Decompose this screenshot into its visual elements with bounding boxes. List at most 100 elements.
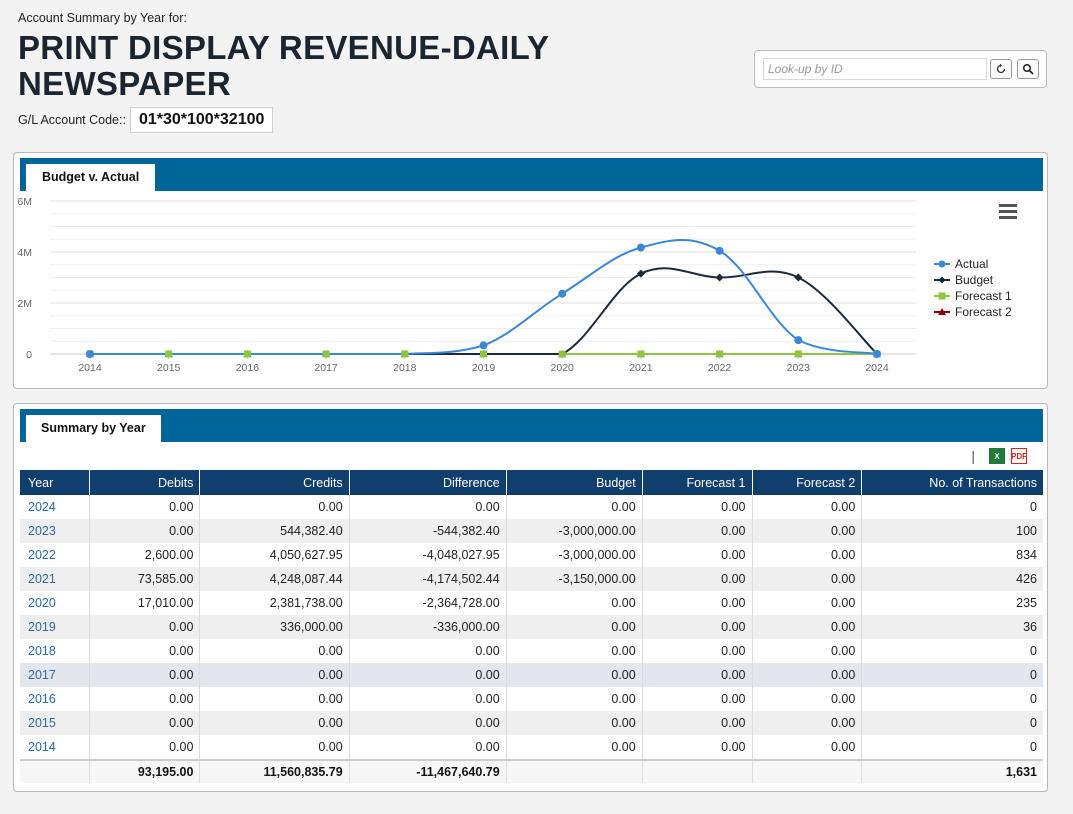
chart-legend: Actual Budget Forecast 1 Forecast 2 — [934, 256, 1012, 320]
column-header-credits[interactable]: Credits — [199, 470, 350, 495]
table-cell: 336,000.00 — [199, 615, 350, 639]
table-cell: 0.00 — [642, 495, 753, 519]
gl-account-code: 01*30*100*32100 — [129, 107, 274, 133]
table-cell: 0.00 — [89, 687, 201, 711]
table-cell: 0.00 — [349, 495, 507, 519]
x-tick-label: 2017 — [314, 362, 338, 374]
table-cell: 0 — [1030, 692, 1037, 706]
table-cell: 100 — [861, 519, 1043, 543]
table-cell: 0.00 — [199, 735, 350, 760]
x-tick-label: 2023 — [787, 362, 811, 374]
table-cell: 0.00 — [752, 591, 863, 615]
data-point-actual — [715, 246, 724, 255]
y-tick-label: 6M — [17, 196, 32, 208]
lookup-input[interactable] — [763, 58, 987, 80]
legend-item-budget[interactable]: Budget — [934, 272, 1012, 288]
year-link[interactable]: 2017 — [20, 663, 91, 687]
table-cell: 0.00 — [506, 687, 643, 711]
table-cell: -3,000,000.00 — [506, 519, 643, 543]
x-tick-label: 2021 — [629, 362, 653, 374]
year-link[interactable]: 2018 — [20, 639, 91, 663]
page-subtitle: Account Summary by Year for: — [18, 11, 187, 25]
data-point-forecast-1 — [794, 350, 802, 358]
table-cell: 0.00 — [506, 735, 643, 760]
data-point-forecast-1 — [558, 350, 566, 358]
legend-label: Forecast 2 — [955, 305, 1012, 319]
data-point-actual — [479, 341, 488, 350]
data-point-budget — [794, 273, 803, 282]
hamburger-menu-icon[interactable] — [999, 204, 1017, 222]
table-cell: 0.00 — [89, 735, 201, 760]
series-line-actual — [90, 239, 878, 355]
data-point-forecast-1 — [480, 350, 487, 358]
table-cell: 0.00 — [642, 615, 753, 639]
year-link[interactable]: 2016 — [20, 687, 91, 711]
table-cell: 0.00 — [349, 639, 507, 663]
column-header-debits[interactable]: Debits — [89, 470, 201, 495]
table-cell: 0.00 — [642, 687, 753, 711]
column-header-forecast-2[interactable]: Forecast 2 — [752, 470, 863, 495]
table-cell: 4,248,087.44 — [199, 567, 350, 591]
search-button[interactable] — [1017, 59, 1039, 79]
gl-account-label: G/L Account Code:: — [18, 113, 126, 127]
table-cell: 0.00 — [89, 711, 201, 735]
column-header-no-of-transactions[interactable]: No. of Transactions — [861, 470, 1043, 495]
table-cell: 0.00 — [89, 639, 201, 663]
search-icon — [1022, 63, 1034, 75]
year-link[interactable]: 2020 — [20, 591, 91, 615]
table-cell: 0.00 — [199, 495, 350, 519]
year-link[interactable]: 2014 — [20, 735, 91, 760]
pdf-icon[interactable]: PDF — [1011, 448, 1027, 464]
table-cell: 0.00 — [89, 519, 201, 543]
table-cell: -544,382.40 — [349, 519, 507, 543]
year-link[interactable]: 2015 — [20, 711, 91, 735]
year-link[interactable]: 2024 — [20, 495, 91, 519]
table-cell: 0.00 — [349, 711, 507, 735]
table-cell: 0.00 — [506, 615, 643, 639]
toolbar-separator: | — [971, 448, 975, 464]
summary-table: Year Debits Credits Difference Budget Forecas… — [20, 470, 1043, 783]
year-link[interactable]: 2021 — [20, 567, 91, 591]
legend-item-actual[interactable]: Actual — [934, 256, 1012, 272]
total-cell: 93,195.00 — [89, 759, 201, 783]
table-cell: 0.00 — [642, 567, 753, 591]
table-cell: 2,381,738.00 — [199, 591, 350, 615]
table-row: 2019 0.00 336,000.00 -336,000.00 0.00 0.00 0.0… — [20, 615, 1043, 639]
table-cell: 0.00 — [506, 495, 643, 519]
table-cell: 0.00 — [752, 543, 863, 567]
tab-summary-by-year[interactable]: Summary by Year — [26, 415, 161, 442]
legend-symbol — [934, 260, 950, 268]
column-header-year[interactable]: Year — [20, 470, 91, 495]
tab-budget-v-actual[interactable]: Budget v. Actual — [26, 164, 156, 191]
year-link[interactable]: 2022 — [20, 543, 91, 567]
legend-item-forecast-2[interactable]: Forecast 2 — [934, 304, 1012, 320]
table-cell: 0.00 — [642, 543, 753, 567]
table-cell: 0.00 — [199, 639, 350, 663]
total-cell — [506, 759, 643, 783]
legend-label: Actual — [955, 257, 989, 271]
totals-row: 93,195.00 11,560,835.79 -11,467,640.79 1,63… — [20, 759, 1043, 783]
excel-icon[interactable]: X — [989, 448, 1005, 464]
table-row: 2016 0.00 0.00 0.00 0.00 0.00 0.00 0 — [20, 687, 1043, 711]
x-tick-label: 2020 — [551, 362, 575, 374]
chart-panel-header: Budget v. Actual — [20, 158, 1043, 191]
table-cell: 0.00 — [642, 711, 753, 735]
column-header-difference[interactable]: Difference — [349, 470, 507, 495]
column-header-forecast-1[interactable]: Forecast 1 — [642, 470, 753, 495]
table-cell: 0.00 — [642, 591, 753, 615]
legend-symbol — [934, 292, 950, 300]
data-point-actual — [794, 336, 803, 345]
table-cell: 0.00 — [752, 519, 863, 543]
total-cell: 11,560,835.79 — [199, 759, 350, 783]
data-point-forecast-1 — [165, 350, 173, 358]
year-link[interactable]: 2023 — [20, 519, 91, 543]
column-header-budget[interactable]: Budget — [506, 470, 643, 495]
legend-item-forecast-1[interactable]: Forecast 1 — [934, 288, 1012, 304]
total-cell — [642, 759, 753, 783]
table-cell: 0.00 — [89, 495, 201, 519]
year-link[interactable]: 2019 — [20, 615, 91, 639]
data-point-actual — [86, 350, 94, 358]
table-row: 2018 0.00 0.00 0.00 0.00 0.00 0.00 0 — [20, 639, 1043, 663]
table-cell: 0.00 — [199, 687, 350, 711]
refresh-button[interactable] — [990, 59, 1012, 79]
